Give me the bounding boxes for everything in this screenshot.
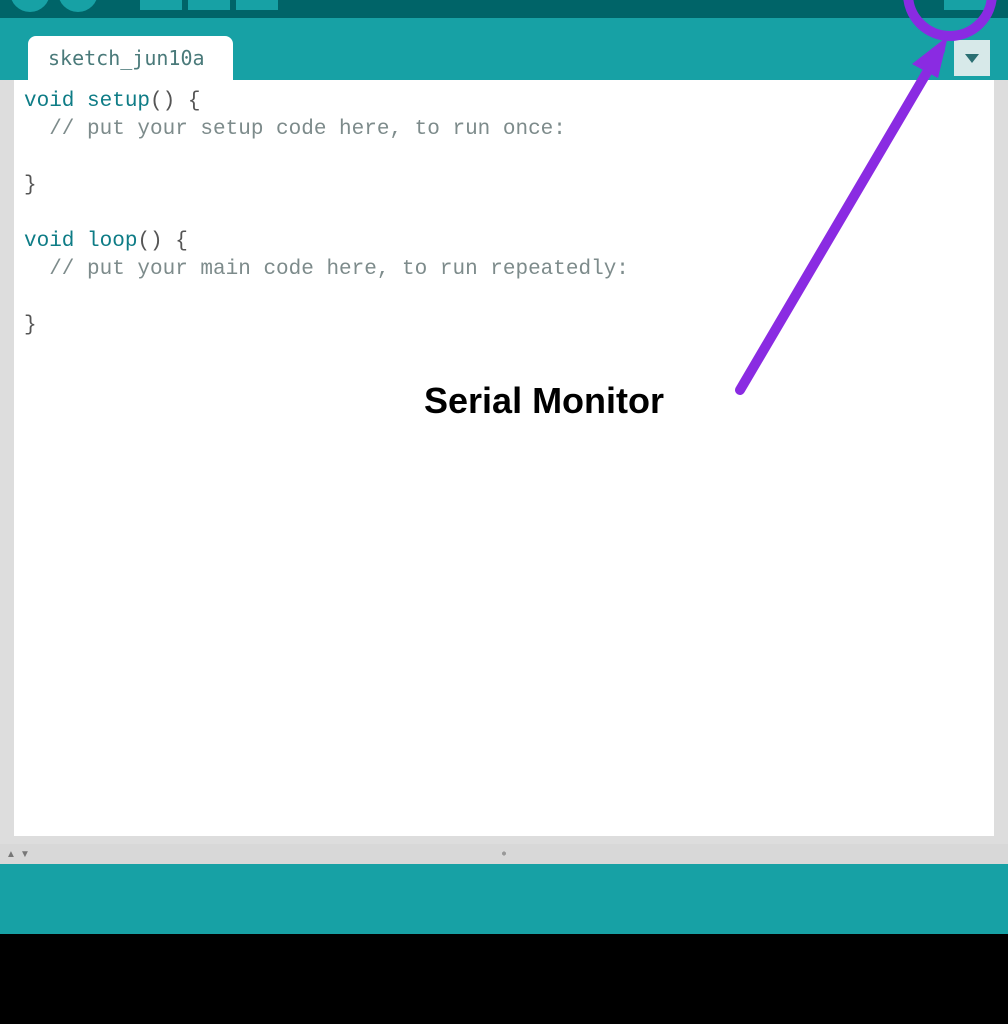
- keyword-void: void: [24, 230, 74, 253]
- pane-divider[interactable]: ▲ ▼: [0, 844, 1008, 864]
- upload-button[interactable]: [58, 0, 98, 12]
- sketch-tab-label: sketch_jun10a: [48, 46, 205, 70]
- serial-monitor-button[interactable]: [944, 0, 990, 10]
- tab-menu-button[interactable]: [954, 40, 990, 76]
- code-text: () {: [150, 90, 200, 113]
- grip-icon: [497, 850, 511, 857]
- save-sketch-button[interactable]: [236, 0, 278, 10]
- fn-name-loop: loop: [74, 230, 137, 253]
- open-sketch-button[interactable]: [188, 0, 230, 10]
- new-sketch-button[interactable]: [140, 0, 182, 10]
- toolbar: [0, 0, 1008, 18]
- code-editor[interactable]: void setup() { // put your setup code he…: [14, 80, 994, 836]
- comment-setup: // put your setup code here, to run once…: [24, 118, 566, 141]
- editor-container: void setup() { // put your setup code he…: [0, 80, 1008, 844]
- fn-name-setup: setup: [74, 90, 150, 113]
- code-close-brace: }: [24, 314, 37, 337]
- status-console: [0, 864, 1008, 934]
- tab-bar: sketch_jun10a: [0, 18, 1008, 80]
- expand-down-icon: ▼: [20, 849, 30, 860]
- expand-up-icon: ▲: [6, 849, 16, 860]
- output-log: [0, 934, 1008, 1024]
- code-text: () {: [137, 230, 187, 253]
- code-close-brace: }: [24, 174, 37, 197]
- verify-button[interactable]: [10, 0, 50, 12]
- keyword-void: void: [24, 90, 74, 113]
- sketch-tab[interactable]: sketch_jun10a: [28, 36, 233, 80]
- comment-loop: // put your main code here, to run repea…: [24, 258, 629, 281]
